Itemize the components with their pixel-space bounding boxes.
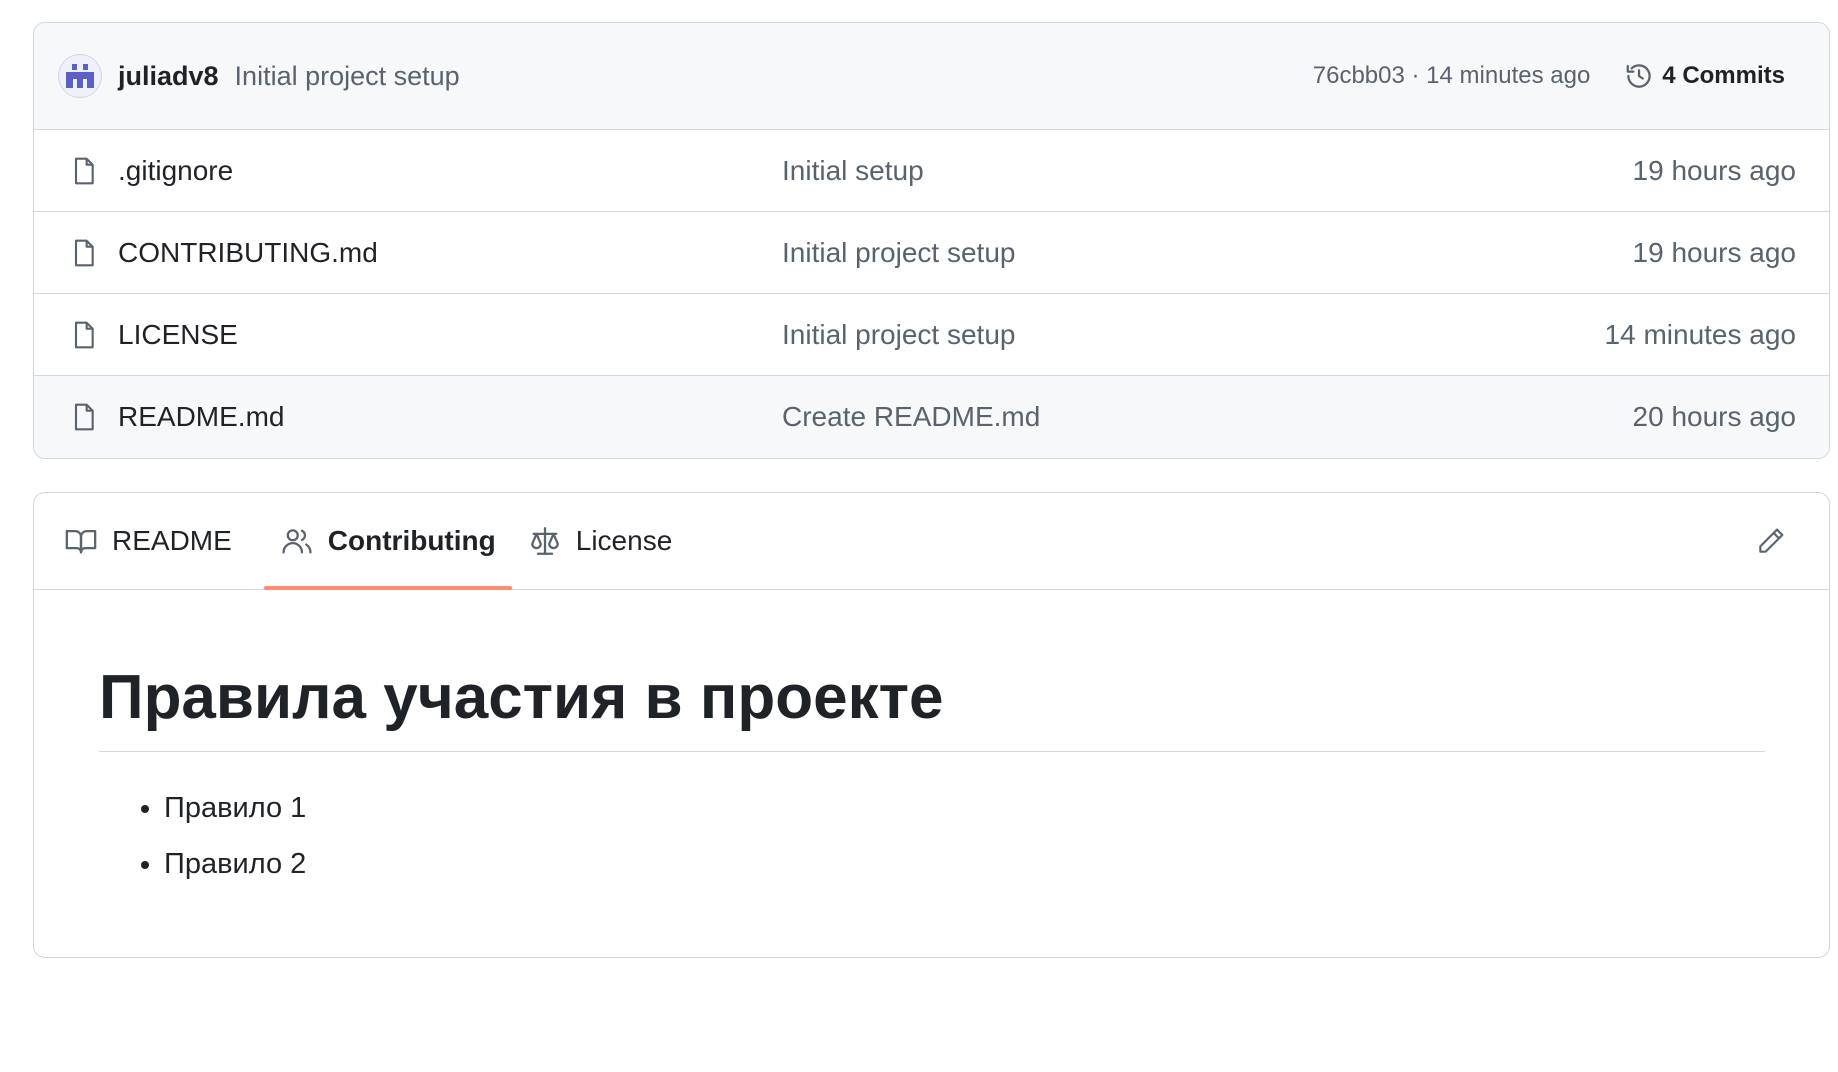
file-time: 14 minutes ago	[1604, 318, 1796, 350]
file-icon	[68, 319, 100, 351]
file-commit-message[interactable]: Initial project setup	[782, 237, 1633, 269]
file-row[interactable]: LICENSE Initial project setup 14 minutes…	[34, 294, 1829, 376]
tab-readme-label: README	[112, 525, 232, 556]
commits-history-link[interactable]: 4 Commits	[1624, 61, 1785, 91]
file-icon	[68, 401, 100, 433]
commit-message[interactable]: Initial project setup	[235, 61, 460, 92]
readme-content: Правила участия в проекте Правило 1 Прав…	[34, 662, 1829, 892]
commits-count: 4 Commits	[1662, 62, 1785, 89]
file-commit-message[interactable]: Initial project setup	[782, 319, 1605, 351]
file-commit-message[interactable]: Initial setup	[782, 155, 1633, 187]
pencil-icon	[1759, 528, 1784, 553]
tab-license[interactable]: License	[512, 493, 689, 589]
law-icon	[530, 527, 559, 555]
list-item: Правило 1	[164, 780, 1765, 836]
commit-author[interactable]: juliadv8	[118, 61, 219, 92]
file-name[interactable]: LICENSE	[118, 319, 782, 351]
file-name[interactable]: CONTRIBUTING.md	[118, 237, 782, 269]
tab-license-label: License	[575, 525, 673, 556]
avatar-identicon	[66, 64, 94, 88]
tab-contributing[interactable]: Contributing	[263, 493, 512, 590]
readme-panel: README Contributing License Правила учас…	[33, 492, 1830, 958]
file-time: 19 hours ago	[1632, 154, 1796, 186]
file-row[interactable]: .gitignore Initial setup 19 hours ago	[34, 130, 1829, 212]
tab-contributing-label: Contributing	[327, 525, 496, 556]
book-icon	[65, 529, 97, 554]
list-item: Правило 2	[164, 836, 1765, 892]
file-name[interactable]: README.md	[118, 401, 782, 433]
readme-tabs: README Contributing License	[34, 493, 1829, 590]
file-browser: juliadv8 Initial project setup 76cbb03 ·…	[33, 22, 1830, 459]
people-icon	[282, 529, 312, 554]
edit-file-button[interactable]	[1753, 523, 1789, 559]
file-time: 20 hours ago	[1632, 401, 1796, 432]
file-icon	[68, 237, 100, 269]
file-icon	[68, 155, 100, 187]
file-time: 19 hours ago	[1632, 236, 1796, 268]
commit-hash-time[interactable]: 76cbb03 · 14 minutes ago	[1313, 62, 1591, 90]
tab-readme[interactable]: README	[64, 493, 248, 589]
latest-commit-bar: juliadv8 Initial project setup 76cbb03 ·…	[34, 23, 1829, 130]
readme-heading: Правила участия в проекте	[99, 662, 1765, 753]
file-row[interactable]: README.md Create README.md 20 hours ago	[34, 376, 1829, 458]
history-icon	[1626, 64, 1651, 88]
avatar[interactable]	[58, 54, 102, 98]
file-name[interactable]: .gitignore	[118, 155, 782, 187]
file-commit-message[interactable]: Create README.md	[782, 401, 1633, 433]
file-row[interactable]: CONTRIBUTING.md Initial project setup 19…	[34, 212, 1829, 294]
readme-list: Правило 1 Правило 2	[99, 780, 1765, 892]
